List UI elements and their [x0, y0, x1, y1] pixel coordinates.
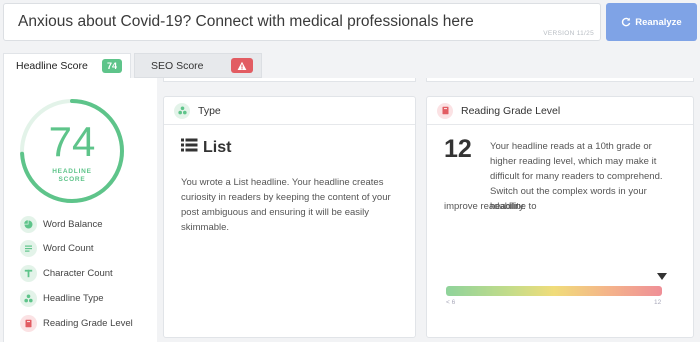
- reanalyze-button[interactable]: Reanalyze: [606, 3, 697, 41]
- grade-scale-min: < 6: [446, 299, 456, 306]
- grade-marker: [657, 273, 667, 280]
- headline-text[interactable]: Anxious about Covid-19? Connect with med…: [18, 13, 474, 31]
- sidebar-item-label: Word Count: [43, 242, 94, 254]
- tab-headline-score[interactable]: Headline Score 74: [3, 53, 131, 78]
- score-sidebar: 74 HEADLINE SCORE Word Balance Word Coun…: [3, 78, 157, 342]
- headline-score-badge: 74: [101, 59, 122, 73]
- type-card-title: Type: [198, 104, 221, 117]
- headline-score-value: 74: [48, 118, 96, 165]
- tab-seo-score-label: SEO Score: [151, 59, 204, 72]
- list-icon: [181, 138, 198, 157]
- score-caption-line1: HEADLINE: [52, 168, 92, 175]
- sidebar-item-reading-grade-level[interactable]: Reading Grade Level: [20, 314, 133, 332]
- grade-scale-max: 12: [654, 299, 662, 306]
- analysis-panel: Type List You wrote a List headline. You…: [160, 78, 700, 342]
- refresh-icon: [621, 17, 631, 27]
- word-balance-icon: [20, 215, 37, 233]
- character-count-icon: [20, 264, 37, 282]
- sidebar-item-label: Reading Grade Level: [43, 317, 133, 329]
- headline-input[interactable]: Anxious about Covid-19? Connect with med…: [3, 3, 601, 41]
- grade-scale-bar: [446, 286, 662, 296]
- headline-type-value: List: [203, 138, 232, 156]
- sidebar-item-character-count[interactable]: Character Count: [20, 264, 113, 282]
- reading-grade-description-tail: improve readability.: [444, 201, 526, 212]
- sidebar-item-label: Headline Type: [43, 292, 104, 304]
- card-edge-divider: [163, 78, 416, 82]
- warning-icon: [231, 58, 253, 73]
- card-edge-divider: [426, 78, 694, 82]
- reading-grade-card-header: Reading Grade Level: [427, 97, 693, 125]
- version-label: VERSION 11/25: [543, 30, 594, 37]
- type-card: Type List You wrote a List headline. You…: [163, 96, 416, 338]
- headline-type-icon: [174, 102, 190, 119]
- tab-seo-score[interactable]: SEO Score: [134, 53, 262, 78]
- headline-score-caption: HEADLINE SCORE: [19, 168, 125, 184]
- reading-grade-value: 12: [444, 135, 472, 163]
- headline-type-icon: [20, 289, 37, 307]
- tab-headline-score-label: Headline Score: [16, 60, 88, 72]
- word-count-icon: [20, 239, 37, 257]
- sidebar-item-label: Word Balance: [43, 218, 103, 230]
- score-caption-line2: SCORE: [58, 176, 86, 183]
- sidebar-item-headline-type[interactable]: Headline Type: [20, 289, 104, 307]
- reanalyze-label: Reanalyze: [635, 16, 682, 28]
- type-description: You wrote a List headline. Your headline…: [181, 177, 391, 233]
- reading-grade-card-title: Reading Grade Level: [461, 104, 561, 117]
- type-card-header: Type: [164, 97, 415, 125]
- sidebar-item-label: Character Count: [43, 267, 113, 279]
- headline-type-label: List: [181, 138, 231, 157]
- sidebar-item-word-count[interactable]: Word Count: [20, 239, 94, 257]
- reading-grade-card: Reading Grade Level 12 Your headline rea…: [426, 96, 694, 338]
- reading-grade-icon: [437, 102, 453, 119]
- sidebar-item-word-balance[interactable]: Word Balance: [20, 215, 103, 233]
- reading-grade-icon: [20, 314, 37, 332]
